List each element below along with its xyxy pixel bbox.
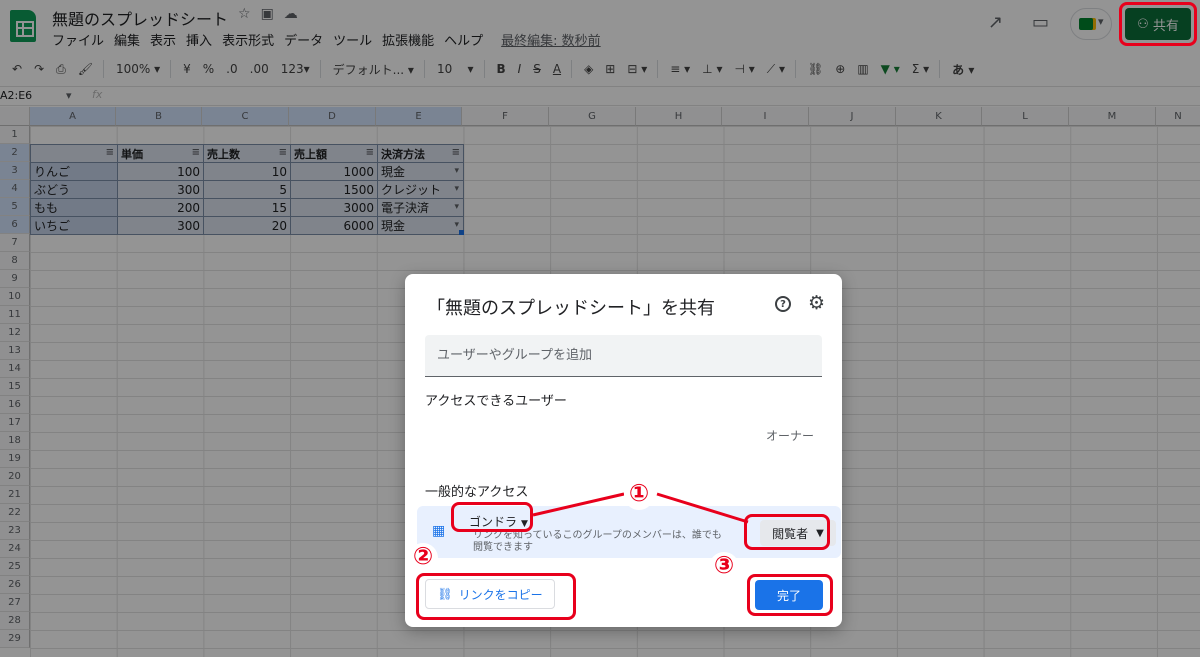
access-description: リンクを知っているこのグループのメンバーは、誰でも閲覧できます: [473, 530, 722, 553]
dialog-title: 「無題のスプレッドシート」を共有: [427, 298, 715, 319]
domain-icon: ▦: [432, 523, 446, 539]
chevron-down-icon: ▼: [521, 519, 528, 529]
annotation-mark-2: ②: [408, 543, 438, 573]
chevron-down-icon: ▼: [816, 527, 824, 539]
add-users-input[interactable]: [425, 335, 822, 377]
link-icon: ⛓: [437, 587, 453, 601]
help-icon[interactable]: ?: [775, 296, 791, 312]
group-access-select[interactable]: ゴンドラ ▼: [463, 511, 534, 532]
people-with-access-heading: アクセスできるユーザー: [425, 394, 567, 409]
general-access-row: ▦ ゴンドラ ▼ リンクを知っているこのグループのメンバーは、誰でも閲覧できます …: [417, 506, 841, 558]
general-access-heading: 一般的なアクセス: [425, 485, 529, 500]
copy-link-button[interactable]: ⛓ リンクをコピー: [425, 579, 555, 609]
share-dialog: 「無題のスプレッドシート」を共有 ? ⚙ アクセスできるユーザー オーナー 一般…: [405, 274, 842, 627]
owner-role-label: オーナー: [766, 429, 815, 443]
role-select[interactable]: 閲覧者 ▼: [760, 520, 836, 546]
done-button[interactable]: 完了: [755, 580, 823, 610]
annotation-mark-1: ①: [624, 480, 654, 510]
annotation-mark-3: ③: [709, 552, 739, 582]
gear-icon[interactable]: ⚙: [808, 292, 825, 314]
